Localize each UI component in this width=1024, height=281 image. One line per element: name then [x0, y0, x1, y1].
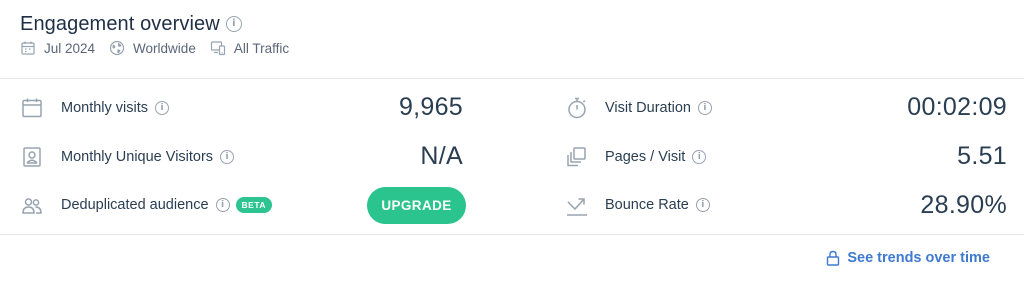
engagement-header: Engagement overview i Jul 2024 Worldwide… [20, 0, 1004, 78]
info-icon[interactable]: i [215, 198, 230, 212]
metric-unique-visitors: Monthly Unique Visitors i [61, 146, 235, 168]
info-icon[interactable]: i [220, 150, 235, 164]
bounce-arrow-icon [567, 198, 587, 216]
metric-label: Monthly visits [61, 100, 149, 116]
id-card-icon [23, 147, 41, 167]
header-divider [0, 78, 1024, 79]
metric-label: Bounce Rate [605, 197, 689, 213]
metric-deduplicated-audience: Deduplicated audience i BETA [61, 194, 273, 216]
see-trends-link[interactable]: See trends over time [826, 250, 990, 266]
info-icon[interactable]: i [697, 101, 712, 115]
upgrade-button[interactable]: UPGRADE [367, 187, 466, 224]
lock-icon [827, 250, 840, 266]
filter-row: Jul 2024 Worldwide All Traffic [20, 38, 303, 58]
pages-icon [567, 147, 586, 167]
metric-bounce-rate: Bounce Rate i [605, 194, 710, 216]
metric-label: Visit Duration [605, 100, 691, 116]
globe-icon [109, 40, 125, 56]
page-title: Engagement overview [20, 12, 220, 35]
see-trends-label: See trends over time [847, 250, 990, 266]
metric-pages-per-visit: Pages / Visit i [605, 146, 707, 168]
title-info-icon[interactable]: i [225, 16, 242, 32]
stopwatch-icon [568, 97, 586, 119]
title-row: Engagement overview i [20, 11, 242, 37]
footer-divider [0, 234, 1024, 235]
metric-value-visit-duration: 00:02:09 [907, 93, 1007, 121]
metric-value-unique-visitors: N/A [420, 142, 463, 170]
devices-icon [210, 41, 225, 56]
info-icon[interactable]: i [155, 101, 170, 115]
metric-visit-duration: Visit Duration i [605, 97, 712, 119]
metric-label: Pages / Visit [605, 149, 686, 165]
people-icon [22, 198, 42, 214]
metric-label: Monthly Unique Visitors [61, 149, 214, 165]
info-icon[interactable]: i [692, 150, 707, 164]
traffic-filter: All Traffic [233, 40, 290, 56]
date-filter: Jul 2024 [44, 40, 96, 56]
calendar-icon [22, 98, 42, 118]
beta-badge: BETA [235, 197, 273, 213]
region-filter: Worldwide [133, 40, 196, 56]
metric-value-pages-per-visit: 5.51 [957, 142, 1007, 170]
metric-monthly-visits: Monthly visits i [61, 97, 170, 119]
metric-value-monthly-visits: 9,965 [398, 93, 463, 121]
info-icon[interactable]: i [695, 198, 710, 212]
calendar-icon [21, 41, 35, 55]
metric-label: Deduplicated audience [61, 197, 209, 213]
metric-value-bounce-rate: 28.90% [920, 191, 1007, 219]
